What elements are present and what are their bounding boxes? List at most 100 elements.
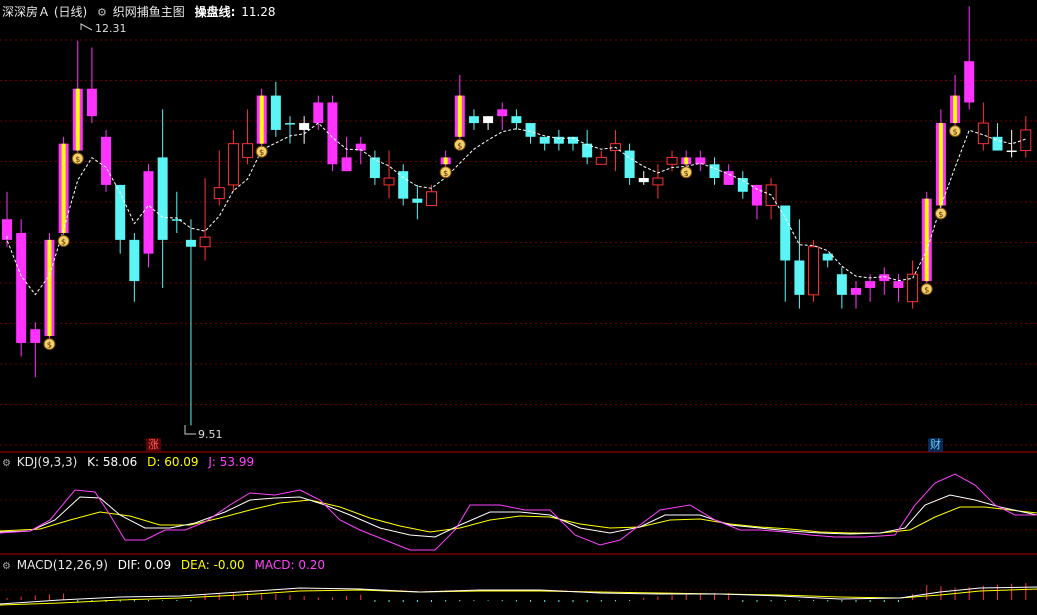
candle-body <box>412 198 423 203</box>
candle-body <box>213 187 225 200</box>
candle-body <box>992 136 1003 151</box>
candle-body <box>426 191 437 207</box>
candle-body <box>511 116 522 124</box>
money-bag-icon: $ <box>443 169 448 178</box>
macd-value: MACD: 0.20 <box>254 558 326 572</box>
candle-body <box>794 260 805 295</box>
candle-body <box>483 116 494 124</box>
kdj-settings-icon[interactable]: ⚙ <box>2 458 11 469</box>
candle-body <box>185 239 196 247</box>
indicator-name[interactable]: 织网捕鱼主图 <box>113 5 185 19</box>
money-bag-icon: $ <box>953 128 958 137</box>
candle-body <box>101 136 112 185</box>
candle-body <box>808 246 820 296</box>
money-bag-icon: $ <box>47 341 52 350</box>
macd-dea-line <box>0 588 1037 606</box>
candle-body <box>341 157 352 172</box>
candle-body <box>242 143 254 158</box>
candle-body <box>964 61 975 103</box>
candle-body <box>285 123 295 125</box>
candle-body <box>199 236 211 248</box>
money-bag-icon: $ <box>684 169 689 178</box>
money-bag-icon: $ <box>259 148 264 157</box>
candle-body <box>143 171 154 254</box>
macd-settings-icon[interactable]: ⚙ <box>2 561 11 572</box>
candle-body <box>313 102 324 124</box>
macd-header: ⚙ MACD(12,26,9) DIF: 0.09 DEA: -0.00 MAC… <box>2 557 331 573</box>
candle-body <box>553 136 564 144</box>
high-price-label: 12.31 <box>95 22 127 35</box>
macd-dea: DEA: -0.00 <box>180 558 245 572</box>
candle-body <box>652 177 664 186</box>
main-header: 深深房Ａ (日线) ⚙ 织网捕鱼主图 操盘线: 11.28 <box>2 4 282 20</box>
kdj-d: D: 60.09 <box>147 455 199 469</box>
kdj-header: ⚙ KDJ(9,3,3) K: 58.06 D: 60.09 J: 53.99 <box>2 454 260 470</box>
candle-body <box>468 116 479 124</box>
candle-highlight <box>953 95 958 124</box>
money-bag-icon: $ <box>938 210 943 219</box>
candle-highlight <box>938 123 943 206</box>
candle-body <box>893 281 904 288</box>
money-bag-icon: $ <box>61 238 66 247</box>
candle-body <box>227 143 239 186</box>
candle-body <box>86 88 97 117</box>
candle-body <box>977 122 989 145</box>
cai-marker: 财 <box>928 438 943 452</box>
chart-stage: $ $ $ $ $ $ $ $ $ $ <box>0 6 1037 606</box>
candle-body <box>595 156 607 165</box>
candle-body <box>497 109 508 117</box>
candle-body <box>1006 150 1017 153</box>
candle-body <box>369 157 380 179</box>
macd-dif: DIF: 0.09 <box>117 558 172 572</box>
candle-body <box>907 273 919 303</box>
candle-highlight <box>443 157 448 165</box>
candle-body <box>638 178 649 183</box>
line-value: 11.28 <box>241 5 276 19</box>
candle-body <box>1020 129 1032 152</box>
line-label: 操盘线: <box>194 5 236 19</box>
kdj-title[interactable]: KDJ(9,3,3) <box>17 455 78 469</box>
stock-name[interactable]: 深深房Ａ (日线) <box>2 5 87 19</box>
candle-body <box>709 164 720 179</box>
candle-highlight <box>47 239 52 337</box>
candle-body <box>624 150 635 179</box>
candle-body <box>30 329 41 343</box>
kdj-j: J: 53.99 <box>208 455 255 469</box>
money-bag-icons: $ $ $ $ $ $ $ $ $ $ <box>43 23 962 435</box>
kdj-lines <box>0 473 1037 551</box>
macd-lines <box>0 583 1037 606</box>
candle-body <box>851 287 861 295</box>
candle-body <box>157 157 168 240</box>
candle-body <box>695 157 706 165</box>
candle-highlight <box>259 95 264 144</box>
candle-body <box>836 274 847 295</box>
candle-body <box>16 233 27 343</box>
candles <box>2 6 1032 426</box>
money-bag-icon: $ <box>924 286 929 295</box>
candle-body <box>822 253 833 261</box>
money-bag-icon: $ <box>457 141 462 150</box>
low-price-label: 9.51 <box>198 428 223 441</box>
candle-highlight <box>61 143 66 233</box>
candle-body <box>525 123 536 137</box>
candle-body <box>539 136 550 144</box>
candle-body <box>879 274 890 282</box>
candle-highlight <box>924 198 929 282</box>
candle-body <box>751 184 762 206</box>
candle-body <box>780 205 791 261</box>
high-pointer <box>80 23 93 31</box>
candle-body <box>299 123 310 130</box>
candle-body <box>270 95 281 130</box>
low-pointer <box>184 425 196 435</box>
candle-highlight <box>75 88 80 151</box>
settings-gear-icon[interactable]: ⚙ <box>97 6 107 19</box>
kdj-k: K: 58.06 <box>87 455 138 469</box>
candle-highlight <box>457 95 462 137</box>
candle-body <box>383 177 395 186</box>
candle-highlight <box>684 157 689 165</box>
candle-body <box>129 239 140 282</box>
candle-body <box>666 156 678 165</box>
money-bag-icon: $ <box>75 155 80 164</box>
candle-body <box>865 281 876 288</box>
macd-title[interactable]: MACD(12,26,9) <box>17 558 108 572</box>
